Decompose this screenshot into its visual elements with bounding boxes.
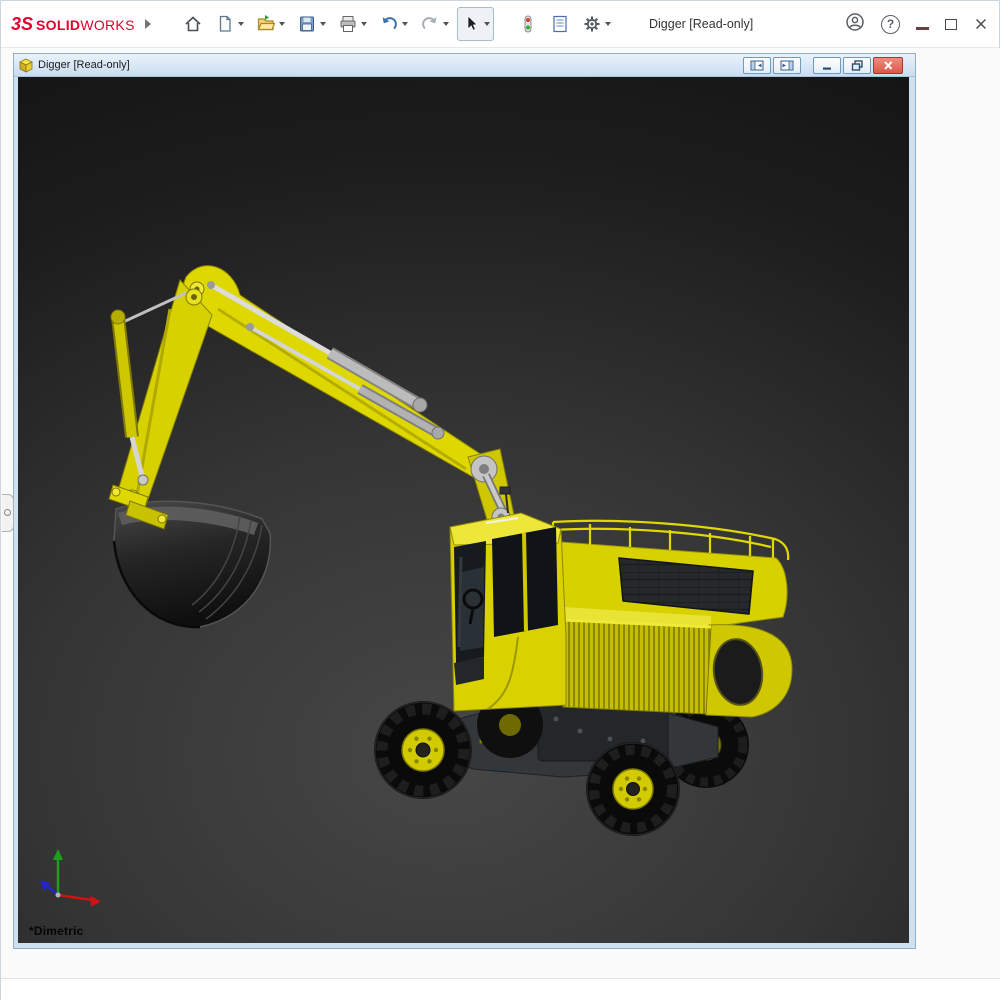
bucket[interactable]: [114, 501, 270, 627]
app-titlebar: 3S SOLID WORKS: [1, 1, 999, 48]
child-restore-button[interactable]: [843, 57, 871, 74]
active-document-title: Digger [Read-only]: [649, 1, 753, 47]
excavator-3d-model[interactable]: [18, 77, 909, 943]
home-icon: [183, 14, 203, 34]
dropdown-arrow-icon[interactable]: [402, 22, 408, 26]
print-icon: [338, 14, 358, 34]
dropdown-arrow-icon[interactable]: [361, 22, 367, 26]
wheel-rear-left[interactable]: [586, 742, 680, 836]
quick-access-toolbar: [179, 7, 615, 41]
dassault-3ds-mark: 3S: [11, 14, 33, 35]
close-button[interactable]: [973, 16, 989, 32]
user-account-button[interactable]: [845, 12, 865, 37]
child-minimize-button[interactable]: [813, 57, 841, 74]
solidworks-logo: 3S SOLID WORKS: [11, 14, 135, 35]
save-button[interactable]: [293, 7, 330, 41]
document-window: Digger [Read-only]: [13, 53, 916, 949]
open-folder-icon: [256, 14, 276, 34]
view-orientation-label: *Dimetric: [29, 924, 84, 938]
open-button[interactable]: [252, 7, 289, 41]
child-minimize-icon: [820, 59, 834, 72]
gear-icon: [582, 14, 602, 34]
redo-button[interactable]: [416, 7, 453, 41]
redo-icon: [420, 14, 440, 34]
select-cursor-icon: [461, 14, 481, 34]
orientation-triad: [40, 849, 101, 907]
part-cube-icon: [19, 58, 33, 73]
collapse-left-pane-button[interactable]: [743, 57, 771, 74]
document-window-title: Digger [Read-only]: [38, 59, 130, 71]
options-button[interactable]: [578, 7, 615, 41]
display-states-button[interactable]: [514, 7, 542, 41]
dropdown-arrow-icon[interactable]: [443, 22, 449, 26]
undo-icon: [379, 14, 399, 34]
user-account-icon: [845, 12, 865, 32]
close-icon: [973, 16, 989, 32]
document-window-titlebar[interactable]: Digger [Read-only]: [14, 54, 915, 77]
window-controls: ?: [845, 1, 989, 47]
minimize-button[interactable]: [916, 27, 929, 30]
new-document-button[interactable]: [211, 7, 248, 41]
select-tool-button[interactable]: [457, 7, 494, 41]
collapse-right-pane-button[interactable]: [773, 57, 801, 74]
child-close-button[interactable]: [873, 57, 903, 74]
dropdown-arrow-icon[interactable]: [320, 22, 326, 26]
document-window-controls: [743, 57, 903, 74]
collapsed-panel-tab[interactable]: [2, 494, 14, 532]
new-document-icon: [215, 14, 235, 34]
collapse-right-pane-icon: [780, 59, 794, 72]
save-icon: [297, 14, 317, 34]
file-properties-icon: [550, 14, 570, 34]
home-button[interactable]: [179, 7, 207, 41]
child-close-icon: [881, 59, 895, 72]
dropdown-arrow-icon[interactable]: [279, 22, 285, 26]
maximize-button[interactable]: [945, 19, 957, 30]
help-icon: ?: [887, 17, 894, 31]
expand-menu-chevron-icon[interactable]: [145, 19, 151, 29]
dropdown-arrow-icon[interactable]: [484, 22, 490, 26]
upper-body[interactable]: [553, 521, 792, 717]
wheel-front-left[interactable]: [374, 701, 472, 799]
file-properties-button[interactable]: [546, 7, 574, 41]
collapse-left-pane-icon: [750, 59, 764, 72]
undo-button[interactable]: [375, 7, 412, 41]
cab[interactable]: [450, 487, 566, 711]
child-restore-icon: [850, 59, 864, 72]
help-button[interactable]: ?: [881, 15, 900, 34]
dropdown-arrow-icon[interactable]: [238, 22, 244, 26]
print-button[interactable]: [334, 7, 371, 41]
solidworks-window: 3S SOLID WORKS: [0, 0, 1000, 1000]
graphics-viewport[interactable]: *Dimetric: [18, 77, 909, 943]
status-bar: [1, 978, 1000, 1000]
dropdown-arrow-icon[interactable]: [605, 22, 611, 26]
display-states-icon: [518, 14, 538, 34]
mdi-client-area: Digger [Read-only]: [1, 48, 1000, 978]
